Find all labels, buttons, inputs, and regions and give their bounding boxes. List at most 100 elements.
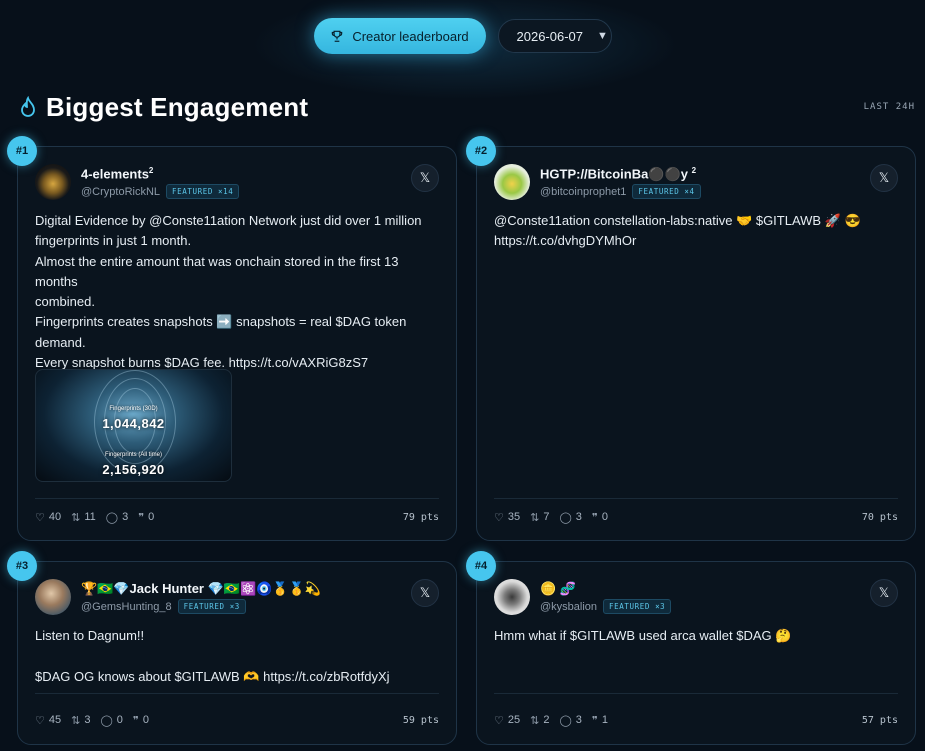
featured-badge: FEATURED ×3 <box>177 599 246 614</box>
text-line: Almost the entire amount that was onchai… <box>35 253 399 289</box>
replies-stat[interactable]: ◯ 3 <box>559 511 581 524</box>
replies-stat[interactable]: ◯ 3 <box>559 714 581 727</box>
quote-icon: ❞ <box>132 714 139 727</box>
reply-icon: ◯ <box>559 511 572 524</box>
post-header: HGTP://BitcoinBa⚫⚫y 2 @bitcoinprophet1 F… <box>494 164 898 200</box>
date-select[interactable]: 2026-06-07 ▼ <box>497 19 612 53</box>
text-line: https://t.co/dvhgDYMhOr <box>494 233 637 249</box>
section-header: Biggest Engagement LAST 24H <box>18 92 915 122</box>
flame-icon <box>21 96 35 117</box>
featured-badge: FEATURED ×14 <box>166 184 240 199</box>
replies-stat[interactable]: ◯ 0 <box>100 714 122 727</box>
handle-row: @CryptoRickNL FEATURED ×14 <box>81 184 240 199</box>
rank-badge: #2 <box>466 136 496 166</box>
divider <box>35 693 439 694</box>
stats-row: ♡ 45 ⇅ 3 ◯ 0 ❞ 0 59 pts <box>35 713 439 727</box>
likes-stat[interactable]: ♡ 35 <box>494 511 520 524</box>
rank-badge: #1 <box>7 136 37 166</box>
reply-icon: ◯ <box>100 714 113 727</box>
text-line: Hmm what if $GITLAWB used arca wallet $D… <box>494 628 792 643</box>
post-card[interactable]: #3 🏆🇧🇷💎Jack Hunter 💎🇧🇷⚛️🧿🥇🥇💫 @GemsHuntin… <box>7 551 457 745</box>
likes-stat[interactable]: ♡ 25 <box>494 714 520 727</box>
post-text: @Conste11ation constellation-labs:native… <box>494 211 898 252</box>
divider <box>494 693 898 694</box>
handle-row: @GemsHunting_8 FEATURED ×3 <box>81 599 246 614</box>
reposts-stat[interactable]: ⇅ 2 <box>530 714 549 727</box>
author-handle: @kysbalion <box>540 600 598 613</box>
trophy-icon <box>332 30 343 42</box>
creator-leaderboard-button[interactable]: Creator leaderboard <box>313 18 486 54</box>
post-media-image[interactable]: Fingerprints (30D) 1,044,842 Fingerprint… <box>35 369 232 482</box>
likes-stat[interactable]: ♡ 40 <box>35 511 61 524</box>
post-text: Hmm what if $GITLAWB used arca wallet $D… <box>494 626 898 646</box>
media-value-all-time: 2,156,920 <box>102 462 165 477</box>
open-on-x-button[interactable]: 𝕏 <box>411 579 439 607</box>
text-line: Digital Evidence by @Conste11ation Netwo… <box>35 213 422 228</box>
stats-row: ♡ 35 ⇅ 7 ◯ 3 ❞ 0 70 pts <box>494 510 898 524</box>
repost-icon: ⇅ <box>71 511 81 524</box>
author-handle: @GemsHunting_8 <box>81 600 172 613</box>
heart-icon: ♡ <box>35 511 45 524</box>
reply-icon: ◯ <box>559 714 572 727</box>
reposts-stat[interactable]: ⇅ 7 <box>530 511 549 524</box>
quote-icon: ❞ <box>591 511 598 524</box>
name-superscript: 2 <box>148 166 154 175</box>
featured-badge: FEATURED ×4 <box>632 184 701 199</box>
author-name[interactable]: 🏆🇧🇷💎Jack Hunter 💎🇧🇷⚛️🧿🥇🥇💫 <box>81 581 321 597</box>
chevron-down-icon: ▼ <box>597 30 608 42</box>
author-name[interactable]: 🪙 🧬 <box>540 581 576 597</box>
rank-badge: #4 <box>466 551 496 581</box>
reply-icon: ◯ <box>105 511 119 524</box>
post-card[interactable]: #4 🪙 🧬 @kysbalion FEATURED ×3 𝕏 Hmm what… <box>466 551 916 745</box>
divider <box>494 498 898 499</box>
quotes-stat[interactable]: ❞ 0 <box>133 714 149 727</box>
heart-icon: ♡ <box>494 714 504 727</box>
handle-row: @kysbalion FEATURED ×3 <box>540 599 672 614</box>
post-card[interactable]: #2 HGTP://BitcoinBa⚫⚫y 2 @bitcoinprophet… <box>466 136 916 541</box>
post-header: 🪙 🧬 @kysbalion FEATURED ×3 𝕏 <box>494 579 898 615</box>
text-line: Fingerprints creates snapshots ➡️ snapsh… <box>35 314 407 330</box>
author-name[interactable]: 4-elements2 <box>81 166 153 181</box>
media-label-30d: Fingerprints (30D) <box>109 406 158 412</box>
handle-row: @bitcoinprophet1 FEATURED ×4 <box>540 184 701 199</box>
points-value: 59 pts <box>402 714 439 726</box>
repost-icon: ⇅ <box>530 511 540 524</box>
post-card[interactable]: #1 4-elements2 @CryptoRickNL FEATURED ×1… <box>7 136 457 541</box>
avatar[interactable] <box>494 579 530 615</box>
quotes-stat[interactable]: ❞ 0 <box>592 511 608 524</box>
open-on-x-button[interactable]: 𝕏 <box>411 164 439 192</box>
text-line: @Conste11ation constellation-labs:native… <box>494 213 861 228</box>
quote-icon: ❞ <box>138 511 145 524</box>
quotes-stat[interactable]: ❞ 0 <box>138 511 154 524</box>
heart-icon: ♡ <box>494 511 504 524</box>
name-superscript: 2 <box>691 166 697 175</box>
repost-icon: ⇅ <box>530 714 540 727</box>
author-handle: @CryptoRickNL <box>81 185 161 198</box>
text-line <box>35 646 439 666</box>
avatar[interactable] <box>494 164 530 200</box>
section-title: Biggest Engagement <box>46 91 309 122</box>
post-text: Listen to Dagnum!! $DAG OG knows about $… <box>35 626 439 687</box>
featured-badge: FEATURED ×3 <box>603 599 672 614</box>
quotes-stat[interactable]: ❞ 1 <box>592 714 608 727</box>
reposts-stat[interactable]: ⇅ 11 <box>71 511 96 524</box>
open-on-x-button[interactable]: 𝕏 <box>870 164 898 192</box>
post-header: 🏆🇧🇷💎Jack Hunter 💎🇧🇷⚛️🧿🥇🥇💫 @GemsHunting_8… <box>35 579 439 615</box>
text-line: Listen to Dagnum!! <box>35 628 145 643</box>
post-header: 4-elements2 @CryptoRickNL FEATURED ×14 𝕏 <box>35 164 439 200</box>
text-line: combined. <box>35 294 95 310</box>
divider <box>35 498 439 499</box>
text-line: $DAG OG knows about $GITLAWB 🫶 https://t… <box>35 668 390 684</box>
time-range-label: LAST 24H <box>863 102 915 112</box>
date-value: 2026-06-07 <box>516 28 584 44</box>
likes-stat[interactable]: ♡ 45 <box>35 714 61 727</box>
replies-stat[interactable]: ◯ 3 <box>106 511 128 524</box>
points-value: 70 pts <box>861 511 898 523</box>
author-handle: @bitcoinprophet1 <box>540 185 627 198</box>
avatar[interactable] <box>35 579 71 615</box>
reposts-stat[interactable]: ⇅ 3 <box>71 714 90 727</box>
author-name[interactable]: HGTP://BitcoinBa⚫⚫y 2 <box>540 166 696 182</box>
open-on-x-button[interactable]: 𝕏 <box>870 579 898 607</box>
avatar[interactable] <box>35 164 71 200</box>
text-line: fingerprints in just 1 month. <box>35 233 192 249</box>
